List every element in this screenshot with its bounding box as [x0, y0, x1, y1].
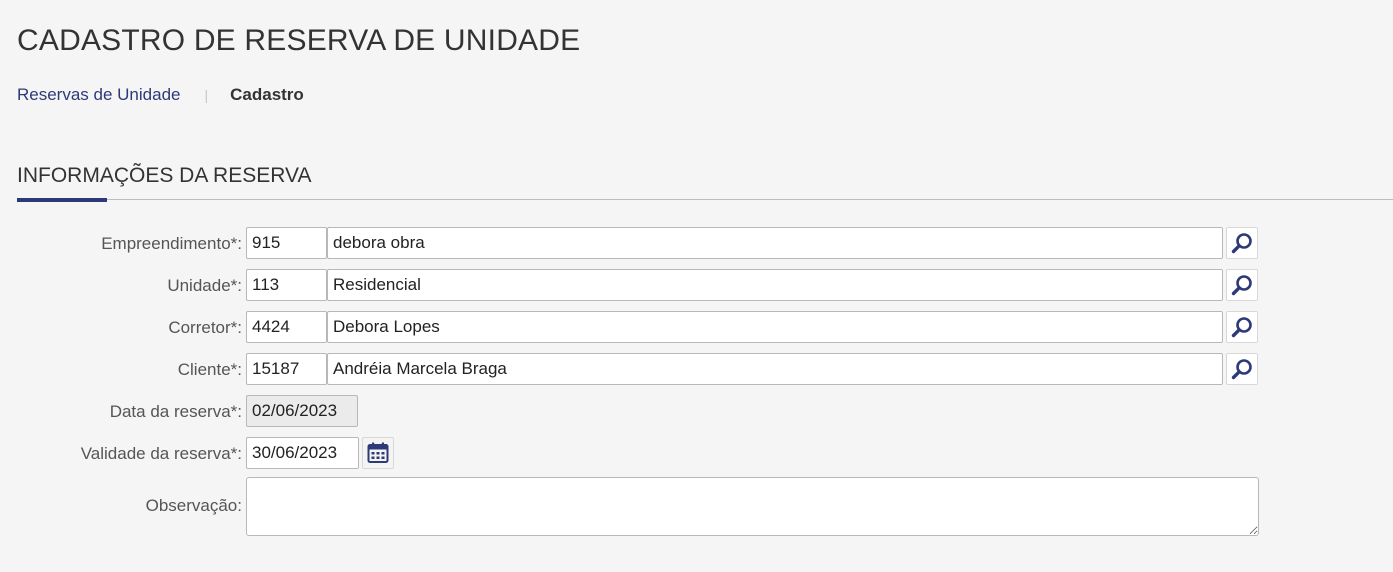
breadcrumb: Reservas de Unidade | Cadastro — [17, 85, 304, 105]
cliente-search-button[interactable] — [1226, 353, 1258, 385]
calendar-icon — [367, 442, 389, 463]
search-icon — [1231, 275, 1252, 296]
corretor-description-input[interactable] — [327, 311, 1223, 343]
search-icon — [1231, 317, 1252, 338]
empreendimento-code-input[interactable] — [246, 227, 327, 259]
unidade-label: Unidade*: — [167, 276, 242, 295]
corretor-code-input[interactable] — [246, 311, 327, 343]
cliente-label: Cliente*: — [177, 360, 242, 379]
section-divider — [17, 199, 1393, 200]
page-title: CADASTRO DE RESERVA DE UNIDADE — [17, 24, 581, 57]
corretor-label: Corretor*: — [168, 318, 242, 337]
breadcrumb-link-reservas[interactable]: Reservas de Unidade — [17, 85, 180, 105]
section-accent-bar — [17, 198, 107, 202]
validade-reserva-row: Validade da reserva*: — [0, 437, 1393, 471]
data-reserva-label: Data da reserva*: — [109, 402, 242, 421]
empreendimento-row: Empreendimento*: — [0, 227, 1393, 261]
validade-calendar-button[interactable] — [362, 437, 394, 469]
empreendimento-description-input[interactable] — [327, 227, 1223, 259]
cliente-description-input[interactable] — [327, 353, 1223, 385]
corretor-search-button[interactable] — [1226, 311, 1258, 343]
validade-reserva-input[interactable] — [246, 437, 359, 469]
unidade-description-input[interactable] — [327, 269, 1223, 301]
observacao-textarea[interactable] — [246, 477, 1259, 536]
observacao-label: Observação: — [145, 496, 242, 515]
empreendimento-search-button[interactable] — [1226, 227, 1258, 259]
breadcrumb-current: Cadastro — [230, 85, 304, 104]
empreendimento-label: Empreendimento*: — [101, 234, 242, 253]
section-title: INFORMAÇÕES DA RESERVA — [17, 164, 312, 187]
cliente-row: Cliente*: — [0, 353, 1393, 387]
unidade-code-input[interactable] — [246, 269, 327, 301]
data-reserva-input — [246, 395, 358, 427]
unidade-row: Unidade*: — [0, 269, 1393, 303]
search-icon — [1231, 359, 1252, 380]
unidade-search-button[interactable] — [1226, 269, 1258, 301]
observacao-row: Observação: — [0, 477, 1393, 537]
search-icon — [1231, 233, 1252, 254]
breadcrumb-separator: | — [204, 87, 209, 103]
cliente-code-input[interactable] — [246, 353, 327, 385]
validade-reserva-label: Validade da reserva*: — [80, 444, 242, 463]
corretor-row: Corretor*: — [0, 311, 1393, 345]
data-reserva-row: Data da reserva*: — [0, 395, 1393, 429]
